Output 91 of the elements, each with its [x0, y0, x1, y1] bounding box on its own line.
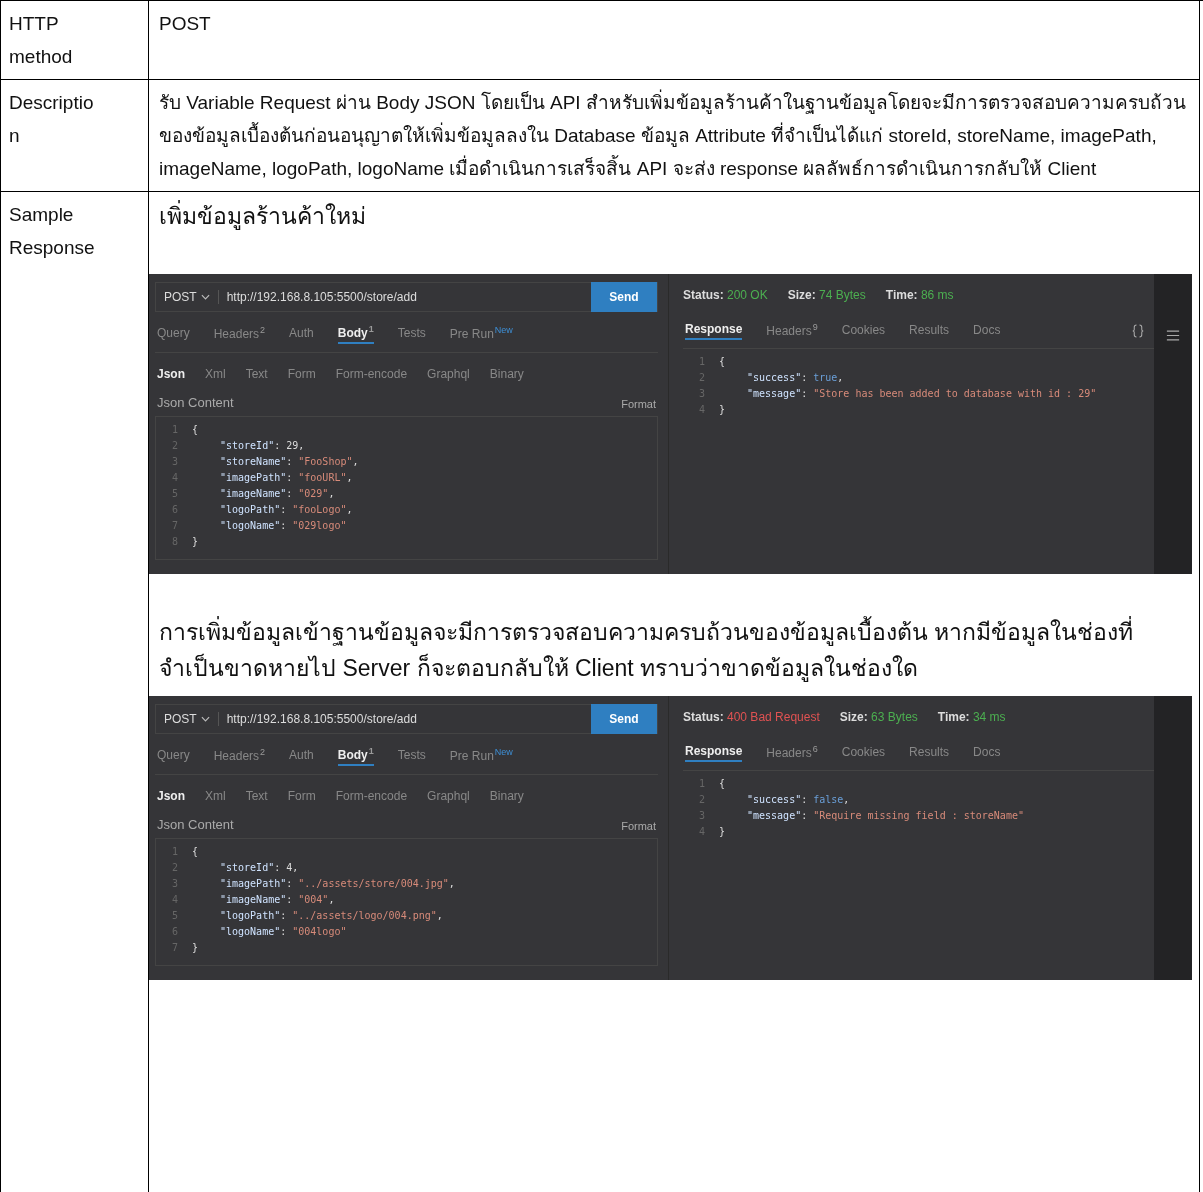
body-type-tab[interactable]: Text — [245, 367, 268, 381]
request-tab[interactable]: Body$^{1}$ — [337, 324, 374, 344]
response-tab[interactable]: Headers$^{6}$ — [766, 744, 818, 762]
code-line: "success": true, — [746, 371, 844, 383]
code-line: { — [192, 423, 199, 435]
response-tab[interactable]: Headers$^{9}$ — [766, 322, 818, 340]
chevron-icon — [200, 294, 210, 300]
braces-icon[interactable] — [1132, 323, 1144, 339]
code-line: "logoName": "004logo" — [219, 925, 347, 937]
response-tab[interactable]: Cookies — [841, 745, 886, 761]
status-item: Time: 86 ms — [885, 288, 954, 302]
request-tab[interactable]: Query — [157, 326, 190, 342]
chevron-icon — [200, 716, 210, 722]
code-line: "logoName": "029logo" — [219, 519, 347, 531]
code-line: } — [719, 825, 726, 837]
code-line: "success": false, — [746, 793, 850, 805]
body-type-tab[interactable]: Binary — [489, 789, 524, 803]
code-line: "logoPath": "fooLogo", — [219, 503, 353, 515]
sample-caption: การเพิ่มข้อมูลเข้าฐานข้อมูลจะมีการตรวจสอบความครบถ้วนของข้อมูลเบื้องต้น หากมีข้อมูลในช่องที่จำเป็นขาดหายไป Server ก็จะตอบกลับให้ Client ทราบว่าขาดข้อมูลในช่องใด — [159, 614, 1199, 686]
response-tab[interactable]: Cookies — [841, 323, 886, 339]
content-label: Json Content — [157, 817, 234, 832]
code-line: { — [192, 845, 199, 857]
status-item: Time: 34 ms — [937, 710, 1006, 724]
body-type-tab[interactable]: Graphql — [427, 367, 470, 381]
row-label: Sample — [9, 203, 74, 227]
code-line: { — [719, 355, 726, 367]
method-select[interactable]: POST — [164, 290, 197, 304]
url-field[interactable]: http://192.168.8.105:5500/store/add — [226, 712, 591, 726]
code-line: "message": "Require missing field : storeName" — [746, 809, 1024, 821]
request-tab[interactable]: Headers$^{2}$ — [213, 747, 266, 765]
request-tab[interactable]: Pre Run$^{New}$ — [449, 747, 513, 765]
response-tab[interactable]: Response — [685, 322, 743, 340]
code-line: "storeId": 29, — [219, 439, 305, 451]
request-tab[interactable]: Auth — [289, 748, 314, 764]
body-type-tab[interactable]: Text — [245, 789, 268, 803]
status-item: Status: 400 Bad Request — [683, 710, 820, 724]
code-line: "storeId": 4, — [219, 861, 299, 873]
response-tab[interactable]: Results — [909, 323, 950, 339]
code-line: "imageName": "029", — [219, 487, 335, 499]
request-tab[interactable]: Headers$^{2}$ — [213, 325, 266, 343]
sample-caption: เพิ่มข้อมูลร้านค้าใหม่ — [159, 198, 1199, 234]
row-value: รับ Variable Request ผ่าน Body JSON โดยเป็น API สำหรับเพิ่มข้อมูลร้านค้าในฐานข้อมูลโดยจะมีการตรวจสอบความครบถ้วนของข้อมูลเบื้องต้นก่อนอนุญาตให้เพิ่มข้อมูลลงใน Database ข้อมูล Attribute ที่จำเป็นได้แก่ storeId, storeName, imagePath, imageName, logoPath, logoName เมื่อดำเนินการเสร็จสิ้น API จะส่ง response ผลลัพธ์การดำเนินการกลับให้ Client — [159, 86, 1199, 185]
response-tab[interactable]: Response — [685, 744, 743, 762]
code-line: { — [719, 777, 726, 789]
body-type-tab[interactable]: Form-encode — [335, 789, 408, 803]
menu-icon[interactable] — [1166, 330, 1180, 341]
row-label: Descriptio — [9, 91, 94, 115]
body-type-tab[interactable]: Binary — [489, 367, 524, 381]
request-tab[interactable]: Body$^{1}$ — [337, 746, 374, 766]
request-tab[interactable]: Pre Run$^{New}$ — [449, 325, 513, 343]
code-line: "storeName": "FooShop", — [219, 455, 359, 467]
url-bar[interactable]: POST http://192.168.8.105:5500/store/add Send — [155, 282, 658, 312]
format-link[interactable]: Format — [621, 398, 656, 410]
url-field[interactable]: http://192.168.8.105:5500/store/add — [226, 290, 591, 304]
code-line: } — [192, 535, 199, 547]
code-line: } — [719, 403, 726, 415]
request-tab[interactable]: Tests — [397, 326, 426, 342]
request-tab[interactable]: Query — [157, 748, 190, 764]
code-line: } — [192, 941, 199, 953]
url-bar[interactable]: POST http://192.168.8.105:5500/store/add Send — [155, 704, 658, 734]
row-label: method — [9, 45, 73, 69]
code-line: "message": "Store has been added to database with id : 29" — [746, 387, 1097, 399]
row-label: Response — [9, 236, 95, 260]
format-link[interactable]: Format — [621, 820, 656, 832]
status-item: Status: 200 OK — [683, 288, 768, 302]
body-type-tab[interactable]: Json — [157, 367, 185, 381]
request-tab[interactable]: Auth — [289, 326, 314, 342]
row-value: POST — [159, 12, 212, 36]
status-item: Size: 63 Bytes — [839, 710, 918, 724]
code-line: "logoPath": "../assets/logo/004.png", — [219, 909, 443, 921]
request-tab[interactable]: Tests — [397, 748, 426, 764]
send-button[interactable]: Send — [591, 704, 657, 734]
body-type-tab[interactable]: Form — [287, 789, 316, 803]
body-type-tab[interactable]: Json — [157, 789, 185, 803]
code-line: "imagePath": "../assets/store/004.jpg", — [219, 877, 455, 889]
code-line: "imageName": "004", — [219, 893, 335, 905]
body-type-tab[interactable]: Xml — [205, 367, 226, 381]
code-line: "imagePath": "fooURL", — [219, 471, 353, 483]
row-label: n — [9, 124, 20, 148]
response-tab[interactable]: Results — [909, 745, 950, 761]
send-button[interactable]: Send — [591, 282, 657, 312]
row-label: HTTP — [9, 12, 59, 36]
body-type-tab[interactable]: Graphql — [427, 789, 470, 803]
body-type-tab[interactable]: Form — [287, 367, 316, 381]
status-item: Size: 74 Bytes — [787, 288, 866, 302]
response-tab[interactable]: Docs — [973, 323, 1001, 339]
method-select[interactable]: POST — [164, 712, 197, 726]
content-label: Json Content — [157, 395, 234, 410]
body-type-tab[interactable]: Form-encode — [335, 367, 408, 381]
body-type-tab[interactable]: Xml — [205, 789, 226, 803]
response-tab[interactable]: Docs — [973, 745, 1001, 761]
